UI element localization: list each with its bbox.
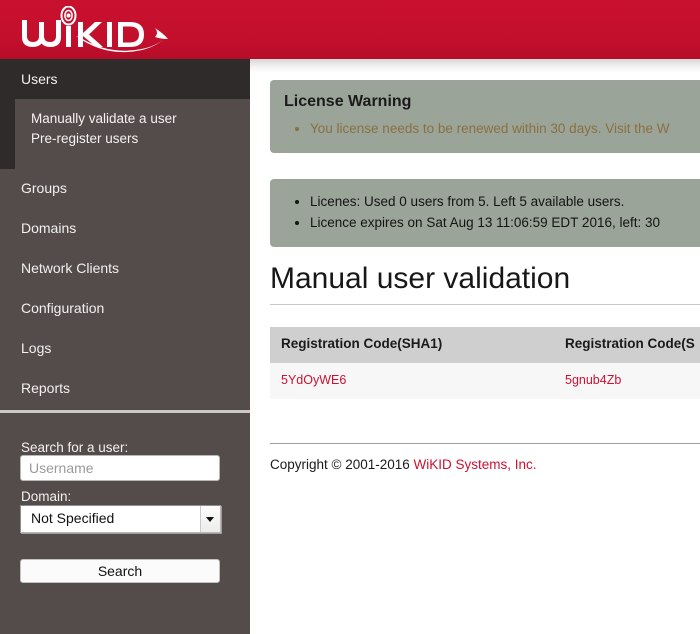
registration-code-link-sha2[interactable]: 5gnub4Zb — [565, 373, 621, 387]
title-divider — [270, 304, 700, 305]
domain-label: Domain: — [21, 489, 71, 505]
table-cell-code-sha1: 5YdOyWE6 — [281, 373, 346, 387]
registration-codes-table: Registration Code(SHA1) Registration Cod… — [270, 327, 700, 399]
company-link[interactable]: WiKID Systems, Inc. — [414, 457, 537, 472]
license-warning-list: You license needs to be renewed within 3… — [284, 118, 700, 139]
sidebar-item-domains[interactable]: Domains — [21, 219, 76, 237]
search-user-label: Search for a user: — [21, 440, 128, 456]
sidebar-item-logs[interactable]: Logs — [21, 339, 51, 357]
license-info-item-usage: Licenes: Used 0 users from 5. Left 5 ava… — [310, 191, 700, 212]
footer-copyright: Copyright © 2001-2016 WiKID Systems, Inc… — [270, 456, 537, 474]
content-top-shadow — [250, 59, 700, 73]
sidebar-item-reports[interactable]: Reports — [21, 379, 70, 397]
table-row: 5YdOyWE6 5gnub4Zb — [270, 363, 700, 399]
sidebar-item-groups[interactable]: Groups — [21, 179, 67, 197]
search-input[interactable] — [20, 455, 220, 481]
search-button[interactable]: Search — [20, 559, 220, 583]
table-cell-code-sha2: 5gnub4Zb — [565, 373, 621, 387]
license-warning-item: You license needs to be renewed within 3… — [310, 118, 700, 139]
table-header-row: Registration Code(SHA1) Registration Cod… — [270, 327, 700, 363]
wikid-logo[interactable] — [18, 6, 188, 54]
license-info-item-expiry: Licence expires on Sat Aug 13 11:06:59 E… — [310, 212, 700, 233]
user-search-panel: Search for a user: Domain: Not Specified… — [0, 413, 250, 634]
table-header-sha2: Registration Code(S — [565, 336, 695, 351]
license-warning-title: License Warning — [284, 92, 700, 112]
sidebar-users-active-strip — [0, 99, 15, 169]
footer-divider — [270, 443, 700, 444]
chevron-down-icon[interactable] — [200, 506, 220, 532]
license-info-box: Licenes: Used 0 users from 5. Left 5 ava… — [270, 179, 700, 247]
copyright-text: Copyright © 2001-2016 — [270, 457, 414, 472]
app-header — [0, 0, 700, 59]
app-window: Users Manually validate a user Pre-regis… — [0, 0, 700, 634]
sidebar-item-network-clients[interactable]: Network Clients — [21, 259, 119, 277]
sidebar-item-users[interactable]: Users — [21, 70, 58, 88]
sidebar-item-configuration[interactable]: Configuration — [21, 299, 104, 317]
license-info-list: Licenes: Used 0 users from 5. Left 5 ava… — [284, 191, 700, 233]
registration-code-link-sha1[interactable]: 5YdOyWE6 — [281, 373, 346, 387]
main-content: License Warning You license needs to be … — [250, 59, 700, 634]
page-title: Manual user validation — [270, 262, 570, 296]
sidebar: Users Manually validate a user Pre-regis… — [0, 59, 250, 634]
license-warning-box: License Warning You license needs to be … — [270, 80, 700, 153]
domain-select[interactable]: Not Specified — [20, 505, 221, 533]
domain-select-value: Not Specified — [31, 510, 114, 526]
sidebar-subitem-pre-register-users[interactable]: Pre-register users — [31, 129, 138, 149]
sidebar-subitem-manually-validate-a-user[interactable]: Manually validate a user — [31, 109, 177, 129]
table-header-sha1: Registration Code(SHA1) — [281, 336, 442, 351]
